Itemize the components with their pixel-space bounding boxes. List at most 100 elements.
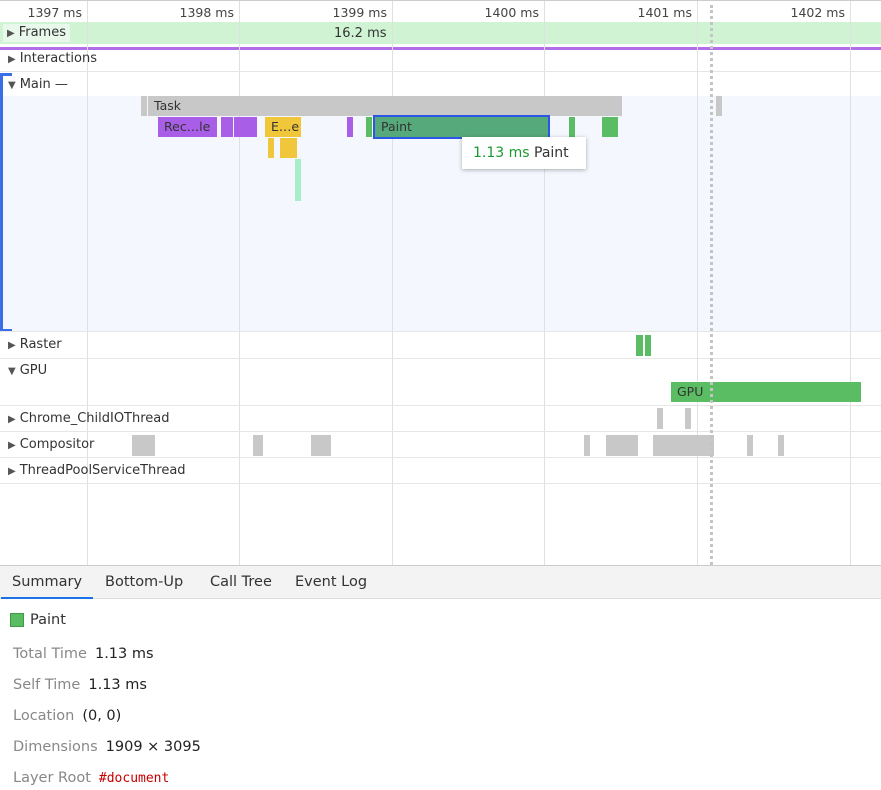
- io-event[interactable]: [657, 408, 663, 429]
- grid-line: [850, 0, 851, 565]
- divider: [0, 457, 881, 458]
- row-value: 1.13 ms: [88, 677, 147, 693]
- row-label: Total Time: [13, 646, 87, 662]
- interactions-label: Interactions: [19, 51, 98, 66]
- tooltip-name: Paint: [534, 145, 569, 161]
- summary-row-self-time: Self Time 1.13 ms: [13, 677, 147, 693]
- compositor-event[interactable]: [778, 435, 784, 456]
- row-value: (0, 0): [82, 708, 122, 724]
- divider: [0, 358, 881, 359]
- frame-duration: 16.2 ms: [334, 26, 387, 41]
- ruler-tick: 1401 ms: [637, 5, 692, 20]
- raster-event[interactable]: [645, 335, 651, 356]
- threadpool-track-header[interactable]: ▶ ThreadPoolServiceThread: [8, 463, 186, 478]
- io-event[interactable]: [685, 408, 691, 429]
- divider: [0, 331, 881, 332]
- tab-event-log[interactable]: Event Log: [284, 565, 378, 599]
- compositor-event[interactable]: [606, 435, 638, 456]
- layout-event[interactable]: [347, 117, 353, 137]
- time-marker-dotted-line: [710, 5, 713, 565]
- compositor-event[interactable]: [311, 435, 331, 456]
- tab-summary[interactable]: Summary: [1, 565, 94, 599]
- evaluate-script-event[interactable]: E…e: [265, 117, 301, 137]
- ruler-tick: 1398 ms: [179, 5, 234, 20]
- divider: [0, 483, 881, 484]
- frames-boundary: [0, 47, 881, 50]
- gc-event[interactable]: [295, 159, 301, 201]
- io-thread-label: Chrome_ChildIOThread: [19, 411, 170, 426]
- interactions-track-header[interactable]: ▶ Interactions: [8, 51, 97, 66]
- main-label: Main —: [19, 77, 68, 92]
- gpu-event[interactable]: GPU: [671, 382, 861, 402]
- paint-event-selected[interactable]: Paint: [373, 115, 550, 139]
- raster-label: Raster: [19, 337, 62, 352]
- main-track-header[interactable]: ▼ Main —: [8, 77, 68, 92]
- raster-track-header[interactable]: ▶ Raster: [8, 337, 62, 352]
- summary-row-location: Location (0, 0): [13, 708, 121, 724]
- ruler-tick: 1400 ms: [484, 5, 539, 20]
- io-thread-track-header[interactable]: ▶ Chrome_ChildIOThread: [8, 411, 170, 426]
- layout-event[interactable]: [234, 117, 257, 137]
- task-stub[interactable]: [716, 96, 722, 116]
- expand-icon: ▶: [8, 340, 16, 351]
- expand-icon: ▶: [7, 28, 15, 39]
- row-value: 1909 × 3095: [105, 739, 201, 755]
- expand-icon: ▶: [8, 440, 16, 451]
- script-event[interactable]: [280, 138, 297, 158]
- compositor-event[interactable]: [653, 435, 714, 456]
- ruler-tick: 1397 ms: [27, 5, 82, 20]
- script-event[interactable]: [268, 138, 274, 158]
- collapse-icon: ▼: [8, 366, 16, 377]
- summary-row-total-time: Total Time 1.13 ms: [13, 646, 154, 662]
- grid-line: [87, 0, 88, 565]
- tab-bottom-up[interactable]: Bottom-Up: [94, 565, 194, 599]
- collapse-icon: ▼: [8, 80, 16, 91]
- gpu-label: GPU: [19, 363, 48, 378]
- row-label: Self Time: [13, 677, 81, 693]
- top-border: [0, 0, 881, 1]
- summary-row-dimensions: Dimensions 1909 × 3095: [13, 739, 201, 755]
- grid-line: [697, 0, 698, 565]
- compositor-event[interactable]: [584, 435, 590, 456]
- gpu-track-header[interactable]: ▼ GPU: [8, 363, 47, 378]
- compositor-label: Compositor: [19, 437, 95, 452]
- row-label: Dimensions: [13, 739, 98, 755]
- compositor-event[interactable]: [132, 435, 155, 456]
- ruler-tick: 1399 ms: [332, 5, 387, 20]
- divider: [0, 71, 881, 72]
- paint-event[interactable]: [569, 117, 575, 137]
- row-label: Location: [13, 708, 75, 724]
- paint-event[interactable]: [602, 117, 618, 137]
- row-value: 1.13 ms: [94, 646, 154, 662]
- grid-line: [392, 0, 393, 565]
- row-label: Layer Root: [13, 770, 91, 786]
- main-selection-bracket: [0, 73, 12, 332]
- tooltip: 1.13 ms Paint: [462, 137, 586, 169]
- frames-label: Frames: [18, 25, 66, 40]
- summary-color-swatch: [10, 613, 24, 627]
- summary-title: Paint: [30, 612, 66, 628]
- paint-event[interactable]: [366, 117, 372, 137]
- divider: [0, 431, 881, 432]
- tab-call-tree[interactable]: Call Tree: [199, 565, 283, 599]
- task-stub[interactable]: [141, 96, 147, 116]
- ruler-tick: 1402 ms: [790, 5, 845, 20]
- frames-toggle[interactable]: ▶ Frames: [3, 24, 70, 42]
- divider: [0, 405, 881, 406]
- expand-icon: ▶: [8, 54, 16, 65]
- expand-icon: ▶: [8, 414, 16, 425]
- compositor-event[interactable]: [747, 435, 753, 456]
- frames-track[interactable]: [0, 22, 881, 44]
- grid-line: [544, 0, 545, 565]
- layout-event[interactable]: [221, 117, 233, 137]
- grid-line: [239, 0, 240, 565]
- raster-event[interactable]: [636, 335, 643, 356]
- summary-row-layer-root: Layer Root #document: [13, 770, 169, 786]
- task-event[interactable]: Task: [148, 96, 622, 116]
- expand-icon: ▶: [8, 466, 16, 477]
- compositor-track-header[interactable]: ▶ Compositor: [8, 437, 94, 452]
- tooltip-duration: 1.13 ms: [473, 145, 530, 161]
- recalc-style-event[interactable]: Rec…le: [158, 117, 217, 137]
- compositor-event[interactable]: [253, 435, 263, 456]
- layer-root-link[interactable]: #document: [99, 771, 169, 786]
